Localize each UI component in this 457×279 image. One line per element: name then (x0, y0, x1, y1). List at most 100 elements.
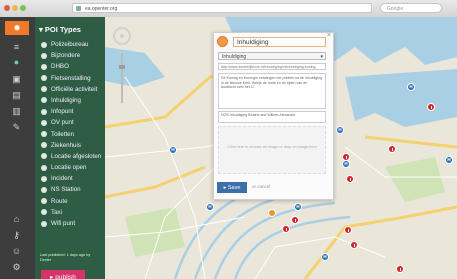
panel-title[interactable]: ▾ POI Types (39, 25, 81, 34)
poi-type-item[interactable]: Inhuldiging (41, 95, 101, 106)
cube-icon[interactable]: ▣ (10, 73, 23, 86)
poi-type-label: Infopunt (51, 108, 74, 116)
poi-type-item[interactable]: Ziekenhuis (41, 140, 101, 151)
poi-type-item[interactable]: Route (41, 196, 101, 207)
poi-types-panel: ▾ POI Types Polizeibureau Bijzondere DHB… (35, 17, 105, 279)
poi-type-item[interactable]: NS Station (41, 184, 101, 195)
poi-marker-red[interactable] (344, 226, 352, 234)
poi-type-item[interactable]: Bijzondere (41, 50, 101, 61)
poi-type-item[interactable]: OV punt (41, 117, 101, 128)
poi-type-label: Wifi punt (51, 220, 76, 227)
tools-icon[interactable]: ✎ (10, 121, 23, 134)
checkbox-icon[interactable] (41, 198, 47, 205)
close-icon[interactable]: × (327, 32, 331, 39)
panel-title-text: POI Types (44, 25, 81, 34)
extra-textarea[interactable]: NOS Inhuldiging Beatrix and Willem-Alexa… (218, 111, 326, 123)
poi-marker-red[interactable] (342, 153, 350, 161)
user-icon[interactable]: ☺ (10, 245, 23, 258)
pan-control[interactable] (113, 27, 131, 45)
checkbox-icon[interactable] (41, 75, 47, 82)
zoom-track (121, 53, 123, 103)
checkbox-icon[interactable] (41, 41, 47, 48)
checkbox-icon[interactable] (41, 186, 47, 193)
poi-type-icon[interactable] (217, 36, 228, 47)
poi-type-item[interactable]: Infopunt (41, 106, 101, 117)
maximize-window-icon[interactable] (20, 5, 26, 11)
checkbox-icon[interactable] (41, 52, 47, 59)
save-button[interactable]: ▸ Save (217, 182, 247, 193)
checkbox-icon[interactable] (41, 175, 47, 182)
poi-marker-orange[interactable] (268, 209, 276, 217)
settings-icon[interactable]: ⚙ (10, 261, 23, 274)
poi-type-select[interactable]: Inhuldiging ▾ (218, 52, 326, 60)
harbour-water (345, 69, 457, 127)
poi-type-item[interactable]: Incident (41, 173, 101, 184)
poi-type-item[interactable]: Taxi (41, 207, 101, 218)
title-input[interactable]: Inhuldiging (233, 37, 326, 47)
poi-type-item[interactable]: Officiële activiteit (41, 84, 101, 95)
save-label: Save (227, 184, 241, 191)
zoom-slider[interactable] (119, 53, 125, 103)
checkbox-icon[interactable] (41, 220, 47, 227)
chevron-down-icon: ▾ (320, 54, 323, 60)
layers-icon[interactable]: ▤ (10, 89, 23, 102)
poi-type-item[interactable]: Polizeibureau (41, 39, 101, 50)
poi-marker-blue[interactable]: H (336, 126, 344, 134)
checkbox-icon[interactable] (41, 108, 47, 115)
poi-type-label: Toiletten (51, 130, 75, 138)
browser-toolbar: ea.openter.org Google (0, 0, 457, 18)
poi-marker-blue[interactable]: H (407, 83, 415, 91)
poi-marker-red[interactable] (350, 241, 358, 249)
pin-icon[interactable]: ● (10, 56, 23, 69)
poi-marker-blue[interactable]: H (169, 146, 177, 154)
home-icon[interactable]: ⌂ (10, 213, 23, 226)
poi-type-item[interactable]: Wifi punt (41, 218, 101, 229)
poi-marker-blue[interactable]: H (342, 160, 350, 168)
poi-marker-blue[interactable]: H (321, 253, 329, 261)
publish-button[interactable]: ▸ publish (41, 270, 85, 279)
park-area (385, 157, 445, 202)
address-bar[interactable]: ea.openter.org (72, 3, 372, 13)
poi-marker-blue[interactable]: H (294, 203, 302, 211)
app-rail: ✸ ≡ ● ▣ ▤ ▥ ✎ ⌂ ⚷ ☺ ⚙ (0, 17, 35, 279)
key-icon[interactable]: ⚷ (10, 229, 23, 242)
image-dropzone[interactable]: Click here to choose an image or drop an… (218, 126, 326, 174)
poi-marker-red[interactable] (427, 103, 435, 111)
poi-type-item[interactable]: Toiletten (41, 129, 101, 140)
poi-type-label: Polizeibureau (51, 41, 89, 48)
poi-type-item[interactable]: Locatie afgesloten (41, 151, 101, 162)
poi-marker-red[interactable] (396, 265, 404, 273)
poi-marker-red[interactable] (282, 225, 290, 233)
url-value: http://www.koninklijkhuis.nl/inhuldiging… (221, 65, 316, 69)
zoom-handle[interactable] (119, 65, 125, 69)
checkbox-icon[interactable] (41, 209, 47, 216)
checkbox-icon[interactable] (41, 86, 47, 93)
poi-marker-blue[interactable]: H (445, 156, 453, 164)
checkbox-icon[interactable] (41, 119, 47, 126)
checkbox-icon[interactable] (41, 131, 47, 137)
description-value: De Koning en Koningin ontvangen het publ… (221, 76, 323, 90)
poi-type-label: OV punt (51, 119, 74, 127)
checkbox-icon[interactable] (41, 153, 47, 160)
logo-icon[interactable]: ✸ (5, 21, 29, 35)
minimize-window-icon[interactable] (12, 5, 18, 11)
poi-marker-red[interactable] (388, 145, 396, 153)
poi-marker-red[interactable] (346, 175, 354, 183)
poi-type-item[interactable]: Fietsenstalling (41, 73, 101, 84)
checkbox-icon[interactable] (41, 142, 47, 149)
cancel-link[interactable]: or cancel (252, 184, 270, 189)
poi-type-item[interactable]: DHBO (41, 61, 101, 72)
checkbox-icon[interactable] (41, 63, 47, 70)
checkbox-icon[interactable] (41, 97, 47, 104)
poi-type-label: DHBO (51, 63, 69, 71)
poi-type-item[interactable]: Locatie open (41, 162, 101, 173)
close-window-icon[interactable] (4, 5, 10, 11)
url-input[interactable]: http://www.koninklijkhuis.nl/inhuldiging… (218, 63, 326, 70)
checkbox-icon[interactable] (41, 164, 47, 171)
poi-marker-blue[interactable]: H (206, 203, 214, 211)
trash-icon[interactable]: ▥ (10, 105, 23, 118)
list-icon[interactable]: ≡ (10, 41, 23, 54)
poi-marker-red[interactable] (291, 216, 299, 224)
browser-search-input[interactable]: Google (380, 3, 442, 13)
description-textarea[interactable]: De Koning en Koningin ontvangen het publ… (218, 73, 326, 109)
